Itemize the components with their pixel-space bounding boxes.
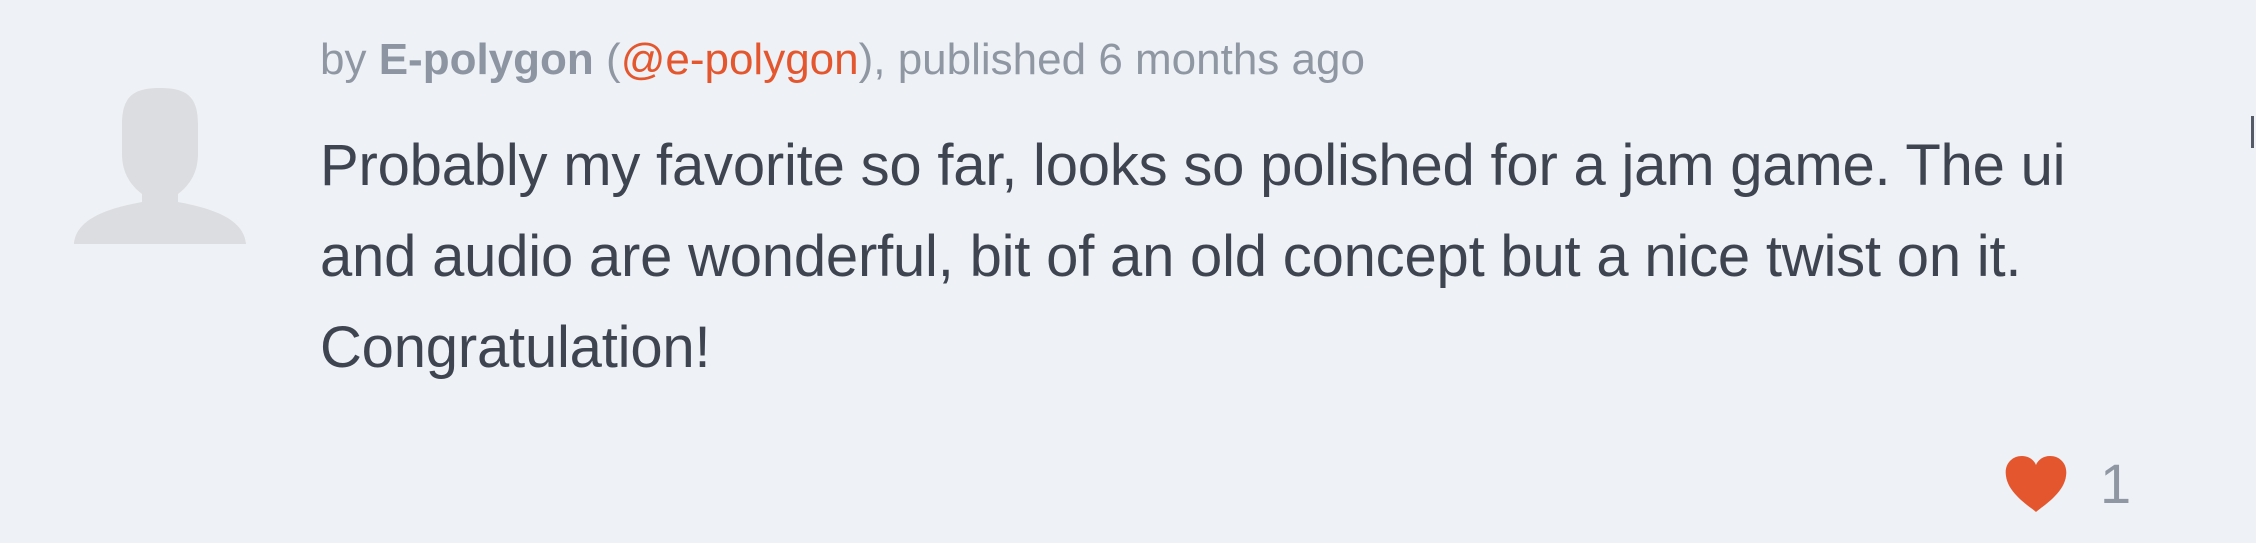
by-prefix: by [320, 35, 379, 84]
comment-body: Probably my favorite so far, looks so po… [320, 120, 2180, 393]
comment-meta: by E-polygon (@e-polygon), published 6 m… [320, 30, 1365, 90]
user-avatar[interactable] [74, 84, 246, 246]
open-paren: ( [593, 35, 621, 84]
default-avatar-icon [74, 88, 246, 244]
author-handle-link[interactable]: @e-polygon [621, 35, 859, 84]
heart-icon [2005, 456, 2067, 512]
scrollbar-edge [2251, 116, 2254, 148]
comment-body-line: Probably my favorite so far, looks so po… [320, 133, 2066, 198]
comment-body-line: Congratulation! [320, 315, 711, 380]
like-count: 1 [2100, 452, 2132, 515]
comment-body-line: and audio are wonderful, bit of an old c… [320, 224, 2022, 289]
author-name-link[interactable]: E-polygon [379, 35, 594, 84]
published-time: , published 6 months ago [873, 35, 1365, 84]
like-button[interactable]: 1 [2004, 448, 2131, 520]
close-paren: ) [858, 35, 874, 84]
comment-card: by E-polygon (@e-polygon), published 6 m… [0, 0, 2256, 543]
